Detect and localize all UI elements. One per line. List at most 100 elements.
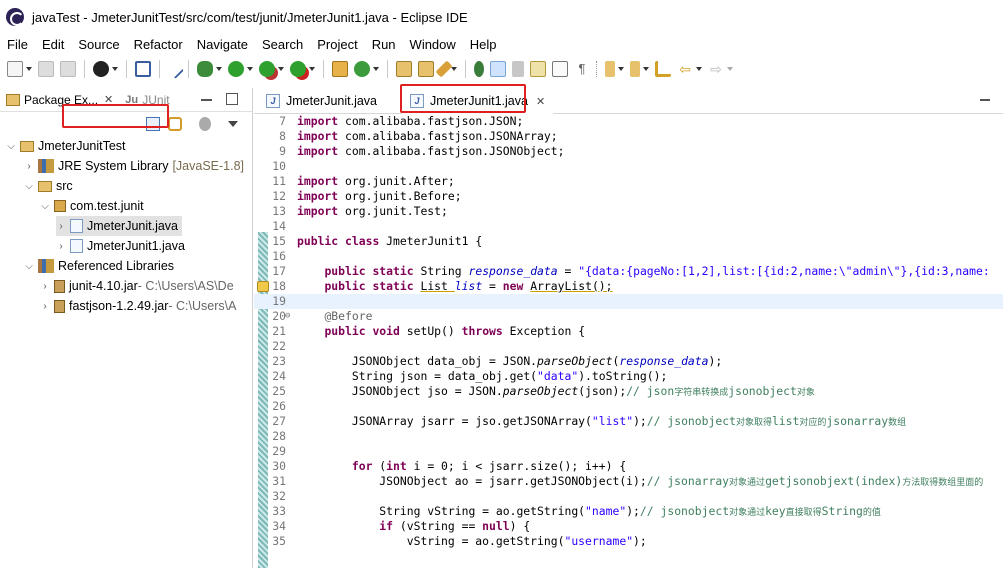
code-line: 12 import org.junit.Before; xyxy=(272,189,462,203)
chevron-right-icon[interactable]: › xyxy=(56,241,66,252)
show-whitespace-icon[interactable] xyxy=(530,61,546,77)
tree-item-jre[interactable]: › JRE System Library [JavaSE-1.8] xyxy=(24,156,244,176)
pilcrow-icon[interactable]: ¶ xyxy=(574,61,590,77)
terminal-icon[interactable] xyxy=(135,61,151,77)
new-class-icon[interactable] xyxy=(354,61,370,77)
back-dropdown-icon[interactable] xyxy=(696,67,702,71)
menu-project[interactable]: Project xyxy=(310,37,364,52)
chevron-right-icon[interactable]: › xyxy=(40,301,50,312)
link-with-editor-icon[interactable] xyxy=(168,117,182,131)
coverage-icon[interactable] xyxy=(259,61,275,77)
prev-annotation-dropdown-icon[interactable] xyxy=(643,67,649,71)
external-tools-icon[interactable] xyxy=(290,61,306,77)
close-icon[interactable]: ✕ xyxy=(536,95,545,108)
tree-item-label: junit-4.10.jar xyxy=(69,279,138,293)
toolbar-grip xyxy=(596,61,599,77)
search-dropdown-icon[interactable] xyxy=(451,67,457,71)
block-selection-icon[interactable] xyxy=(512,61,524,77)
menu-help[interactable]: Help xyxy=(463,37,504,52)
new-java-project-icon[interactable] xyxy=(332,61,348,77)
toolbar-separator xyxy=(387,60,388,78)
package-highlight-box xyxy=(62,104,169,128)
code-line: 8 import com.alibaba.fastjson.JSONArray; xyxy=(279,129,558,143)
menu-run[interactable]: Run xyxy=(365,37,403,52)
tree-item-label: JmeterJunit1.java xyxy=(87,239,185,253)
new-class-dropdown-icon[interactable] xyxy=(373,67,379,71)
run-icon[interactable] xyxy=(228,61,244,77)
menu-search[interactable]: Search xyxy=(255,37,310,52)
toggle-mark-occurrences-icon[interactable] xyxy=(474,61,484,77)
tree-item-file2[interactable]: › JmeterJunit1.java xyxy=(56,236,185,256)
search-tool-icon[interactable] xyxy=(435,60,453,78)
next-annotation-icon[interactable] xyxy=(605,61,615,77)
back-icon[interactable]: ⇦ xyxy=(677,61,693,77)
view-menu-icon[interactable] xyxy=(228,121,238,127)
menu-window[interactable]: Window xyxy=(403,37,463,52)
menu-source[interactable]: Source xyxy=(71,37,126,52)
warning-marker-icon[interactable] xyxy=(257,281,269,292)
menu-navigate[interactable]: Navigate xyxy=(190,37,255,52)
code-line: 32 xyxy=(272,489,286,503)
code-area[interactable]: 7 import com.alibaba.fastjson.JSON; 8 impo… xyxy=(254,114,1003,568)
code-line: 15 public class JmeterJunit1 { xyxy=(272,234,483,248)
open-type-icon[interactable] xyxy=(396,61,412,77)
minimize-icon[interactable] xyxy=(201,99,212,101)
save-all-icon[interactable] xyxy=(60,61,76,77)
profile-dropdown-icon[interactable] xyxy=(112,67,118,71)
code-line: 10 xyxy=(272,159,286,173)
forward-dropdown-icon[interactable] xyxy=(727,67,733,71)
new-icon[interactable] xyxy=(7,61,23,77)
run-dropdown-icon[interactable] xyxy=(247,67,253,71)
tree-item-lib2[interactable]: › fastjson-1.2.49.jar - C:\Users\A xyxy=(40,296,236,316)
tree-item-label: src xyxy=(56,179,73,193)
code-line: 31 JSONObject ao = jsarr.getJSONObject(i… xyxy=(272,474,984,488)
fold-icon[interactable]: ⊖ xyxy=(285,309,290,324)
chevron-right-icon[interactable]: › xyxy=(40,281,50,292)
tab-highlight-box xyxy=(400,84,526,113)
profile-icon[interactable] xyxy=(93,61,109,77)
save-icon[interactable] xyxy=(38,61,54,77)
menu-file[interactable]: File xyxy=(0,37,35,52)
lib2-path: - C:\Users\A xyxy=(168,299,237,313)
show-editor-icon[interactable] xyxy=(552,61,568,77)
tree-item-lib1[interactable]: › junit-4.10.jar - C:\Users\AS\De xyxy=(40,276,233,296)
debug-icon[interactable] xyxy=(197,61,213,77)
menu-refactor[interactable]: Refactor xyxy=(127,37,190,52)
external-tools-dropdown-icon[interactable] xyxy=(309,67,315,71)
chevron-right-icon[interactable]: › xyxy=(24,161,34,172)
coverage-dropdown-icon[interactable] xyxy=(278,67,284,71)
code-line: 25 JSONObject jso = JSON.parseObject(jso… xyxy=(272,384,815,398)
new-dropdown-icon[interactable] xyxy=(26,67,32,71)
code-line: 16 xyxy=(272,249,286,263)
code-line: 18 public static List list = new ArrayLi… xyxy=(272,279,613,293)
toolbar-separator xyxy=(465,60,466,78)
code-line: 9 import com.alibaba.fastjson.JSONObject; xyxy=(279,144,565,158)
forward-icon[interactable]: ⇨ xyxy=(708,61,724,77)
java-file-icon: J xyxy=(266,94,280,108)
chevron-down-icon[interactable]: ⌵ xyxy=(6,141,16,152)
menu-edit[interactable]: Edit xyxy=(35,37,71,52)
tree-item-file1[interactable]: › JmeterJunit.java xyxy=(56,216,183,236)
debug-dropdown-icon[interactable] xyxy=(216,67,222,71)
chevron-down-icon[interactable]: ⌵ xyxy=(24,181,34,192)
tree-item-ref-libs[interactable]: ⌵ Referenced Libraries xyxy=(24,256,174,276)
toggle-highlight-icon[interactable] xyxy=(490,61,506,77)
chevron-down-icon[interactable]: ⌵ xyxy=(40,201,50,212)
prev-annotation-icon[interactable] xyxy=(630,61,640,77)
next-annotation-dropdown-icon[interactable] xyxy=(618,67,624,71)
open-task-icon[interactable] xyxy=(418,61,434,77)
tree-item-src[interactable]: ⌵ src xyxy=(24,176,73,196)
last-edit-icon[interactable] xyxy=(655,61,671,77)
skip-breakpoints-icon[interactable] xyxy=(164,59,184,79)
tree-item-project[interactable]: ⌵ JmeterJunitTest xyxy=(6,136,125,156)
maximize-icon[interactable] xyxy=(226,93,238,105)
minimize-icon[interactable] xyxy=(980,99,990,101)
editor-tab-jmeterjunit[interactable]: J JmeterJunit.java xyxy=(258,88,385,114)
tree-item-package[interactable]: ⌵ com.test.junit xyxy=(40,196,143,216)
chevron-right-icon[interactable]: › xyxy=(56,221,66,232)
chevron-down-icon[interactable]: ⌵ xyxy=(24,261,34,272)
focus-task-icon[interactable] xyxy=(199,117,211,131)
code-line: 27 JSONArray jsarr = jso.getJSONArray("l… xyxy=(272,414,907,428)
code-line: 29 xyxy=(272,444,286,458)
tree-item-label: JmeterJunit.java xyxy=(87,219,179,233)
